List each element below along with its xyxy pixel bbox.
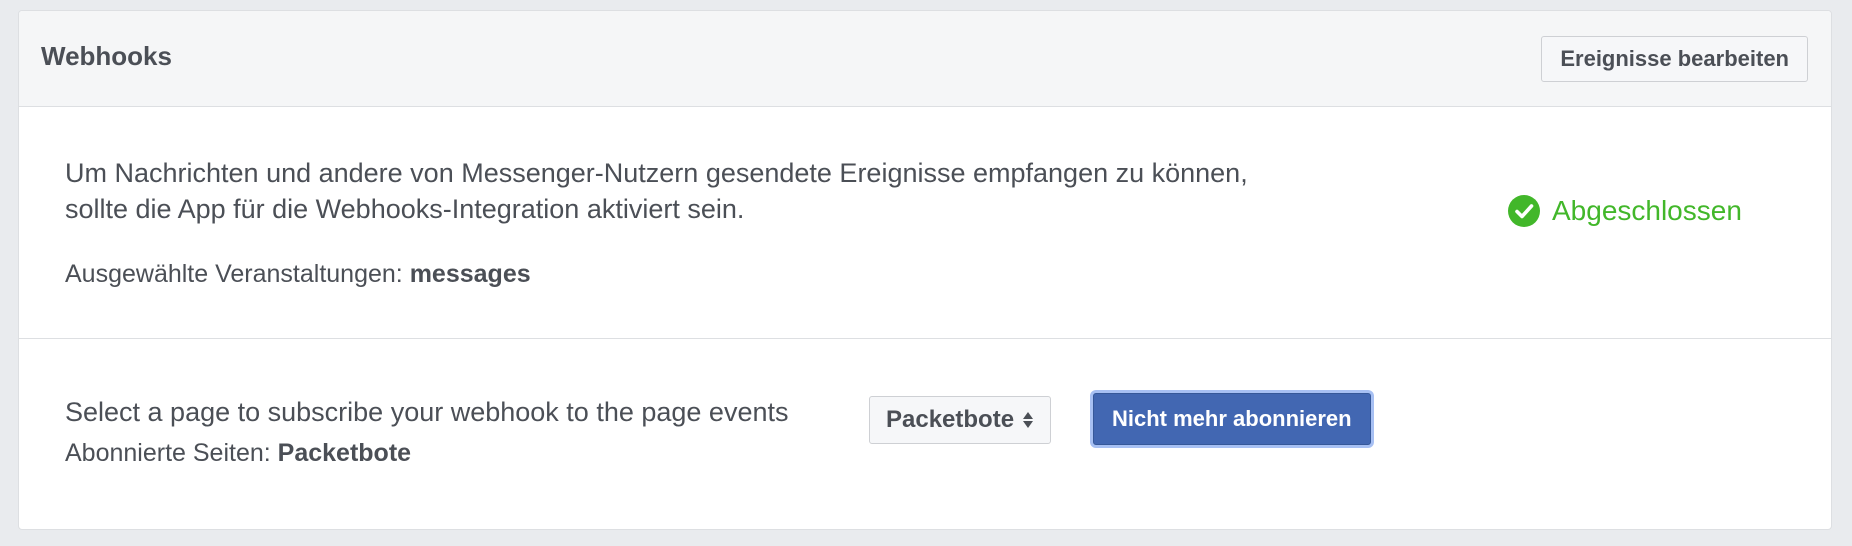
subscribed-pages-label: Abonnierte Seiten: <box>65 439 271 467</box>
status-badge: Abgeschlossen <box>1508 195 1742 227</box>
unsubscribe-button[interactable]: Nicht mehr abonnieren <box>1093 393 1371 445</box>
selected-events-label: Ausgewählte Veranstaltungen: <box>65 260 403 288</box>
check-circle-icon <box>1508 195 1540 227</box>
selected-events-value: messages <box>409 260 531 288</box>
selected-events: Ausgewählte Veranstaltungen: messages <box>65 260 531 289</box>
page-select[interactable]: Packetbote <box>869 396 1052 444</box>
page-subscription-section: Select a page to subscribe your webhook … <box>19 339 1831 529</box>
webhooks-description: Um Nachrichten und andere von Messenger-… <box>65 158 1248 224</box>
panel-title: Webhooks <box>41 41 172 71</box>
page-select-value: Packetbote <box>886 406 1015 433</box>
subscribed-pages: Abonnierte Seiten: Packetbote <box>65 439 411 468</box>
webhooks-panel: Webhooks Ereignisse bearbeiten Um Nachri… <box>18 10 1832 530</box>
webhooks-integration-section: Um Nachrichten und andere von Messenger-… <box>19 107 1831 339</box>
subscribe-instruction: Select a page to subscribe your webhook … <box>65 397 789 427</box>
subscribed-pages-value: Packetbote <box>277 439 412 467</box>
status-label: Abgeschlossen <box>1552 195 1742 226</box>
sort-arrows-icon <box>1022 411 1034 429</box>
panel-header: Webhooks Ereignisse bearbeiten <box>19 11 1831 107</box>
edit-events-button[interactable]: Ereignisse bearbeiten <box>1541 36 1808 82</box>
